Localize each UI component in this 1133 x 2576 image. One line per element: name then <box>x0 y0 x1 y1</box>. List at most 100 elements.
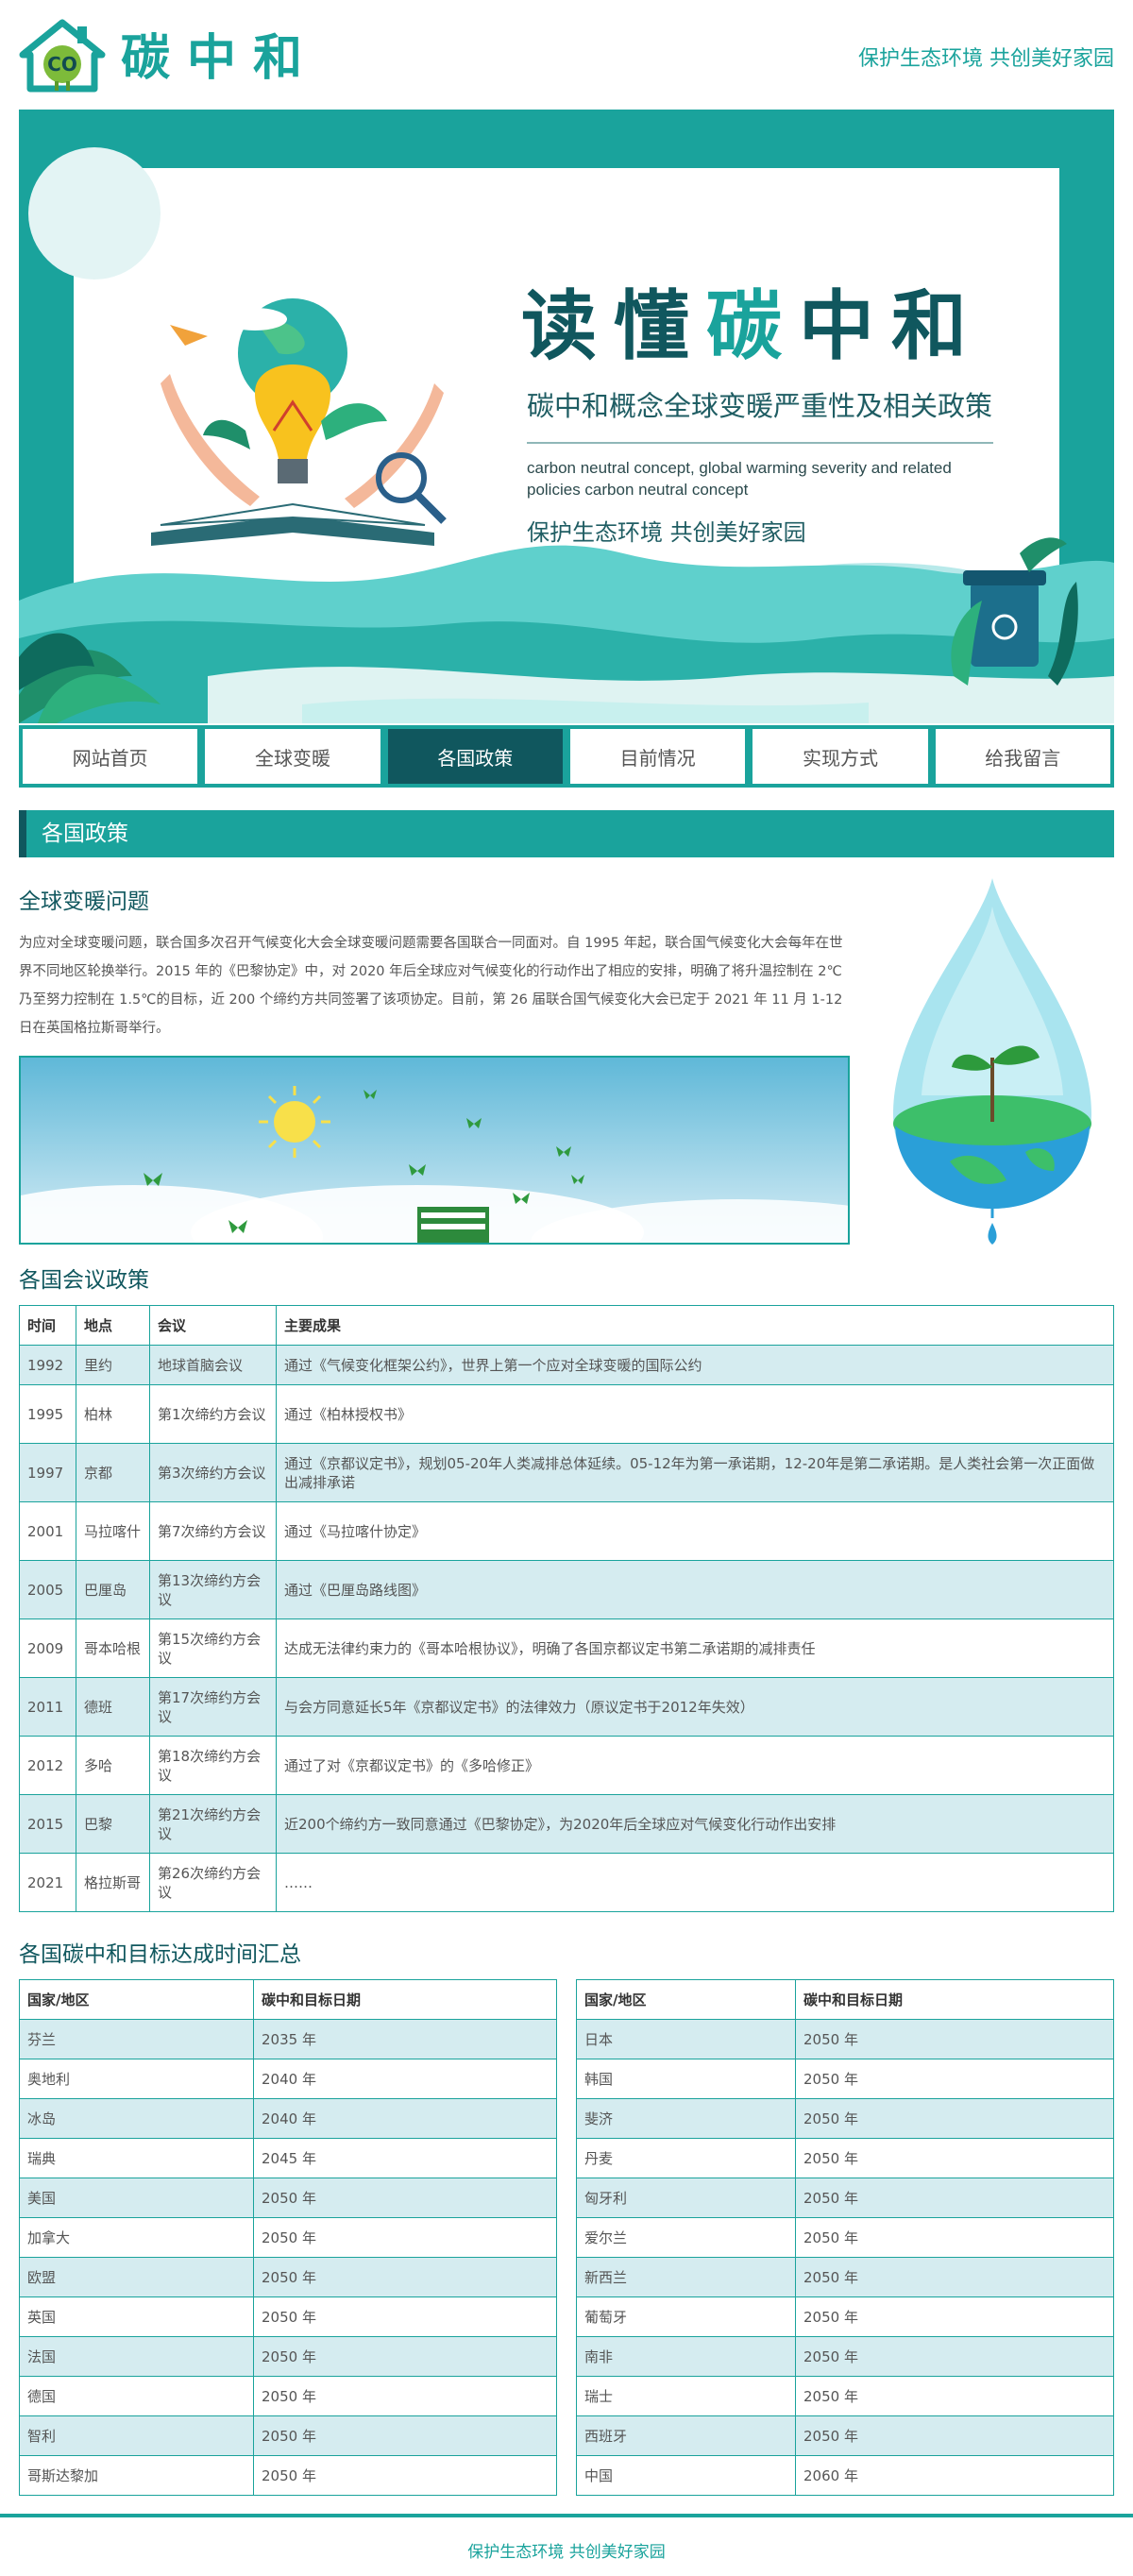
banner-divider <box>527 442 993 444</box>
table-cell: 与会方同意延长5年《京都议定书》的法律效力（原议定书于2012年失效） <box>276 1677 1114 1737</box>
date-cell: 2050 年 <box>253 2257 557 2297</box>
table-cell: 第1次缔约方会议 <box>149 1384 277 1444</box>
site-logo-text[interactable]: 碳中和 <box>121 30 319 87</box>
country-cell: 爱尔兰 <box>576 2217 796 2258</box>
table-row: 2001 马拉喀什 第7次缔约方会议 通过《马拉喀什协定》 <box>19 1501 1114 1561</box>
table-cell: 1995 <box>19 1384 76 1444</box>
logo-house-icon[interactable]: CO <box>19 19 106 93</box>
date-cell: 2050 年 <box>795 2019 1114 2059</box>
conferences-header-row: 时间 地点 会议 主要成果 <box>19 1305 1114 1346</box>
footer-divider <box>0 2514 1133 2517</box>
table-row: 2009 哥本哈根 第15次缔约方会议 达成无法律约束力的《哥本哈根协议》，明确… <box>19 1618 1114 1678</box>
date-cell: 2050 年 <box>795 2098 1114 2139</box>
column-header: 碳中和目标日期 <box>253 1979 557 2020</box>
table-cell: 达成无法律约束力的《哥本哈根协议》，明确了各国京都议定书第二承诺期的减排责任 <box>276 1618 1114 1678</box>
site-header: CO 碳中和 保护生态环境 共创美好家园 <box>19 17 1114 93</box>
table-row: 爱尔兰 2050 年 <box>576 2217 1114 2258</box>
column-header: 时间 <box>19 1305 76 1346</box>
country-cell: 冰岛 <box>19 2098 254 2139</box>
table-row: 2011 德班 第17次缔约方会议 与会方同意延长5年《京都议定书》的法律效力（… <box>19 1677 1114 1737</box>
table-cell: 通过《巴厘岛路线图》 <box>276 1560 1114 1619</box>
nav-item-message[interactable]: 给我留言 <box>935 729 1110 784</box>
country-cell: 哥斯达黎加 <box>19 2455 254 2496</box>
banner-title-pre: 读懂 <box>521 282 706 370</box>
section-title-bar: 各国政策 <box>19 810 1114 857</box>
table-row: 南非 2050 年 <box>576 2336 1114 2377</box>
country-cell: 日本 <box>576 2019 796 2059</box>
date-cell: 2050 年 <box>795 2257 1114 2297</box>
date-cell: 2050 年 <box>253 2296 557 2337</box>
table-cell: 通过了对《京都议定书》的《多哈修正》 <box>276 1736 1114 1795</box>
date-cell: 2050 年 <box>795 2376 1114 2416</box>
country-cell: 中国 <box>576 2455 796 2496</box>
banner-english-text: carbon neutral concept, global warming s… <box>527 459 952 499</box>
country-cell: 斐济 <box>576 2098 796 2139</box>
date-cell: 2050 年 <box>253 2336 557 2377</box>
table-row: 斐济 2050 年 <box>576 2098 1114 2139</box>
hero-banner: 读懂碳中和 碳中和概念全球变暖严重性及相关政策 carbon neutral c… <box>19 110 1114 723</box>
targets-header-row: 国家/地区 碳中和目标日期 <box>576 1979 1114 2020</box>
table-row: 奥地利 2040 年 <box>19 2059 557 2099</box>
table-cell: …… <box>276 1853 1114 1912</box>
table-row: 韩国 2050 年 <box>576 2059 1114 2099</box>
banner-slogan: 保护生态环境 共创美好家园 <box>527 519 806 546</box>
country-cell: 智利 <box>19 2415 254 2456</box>
targets-heading: 各国碳中和目标达成时间汇总 <box>19 1942 301 1967</box>
nav-item-current-status[interactable]: 目前情况 <box>569 729 746 784</box>
country-cell: 韩国 <box>576 2059 796 2099</box>
country-cell: 南非 <box>576 2336 796 2377</box>
column-header: 地点 <box>76 1305 150 1346</box>
water-drop-earth-image <box>893 878 1091 1245</box>
date-cell: 2050 年 <box>795 2336 1114 2377</box>
table-cell: 第13次缔约方会议 <box>149 1560 277 1619</box>
date-cell: 2045 年 <box>253 2138 557 2178</box>
date-cell: 2050 年 <box>253 2376 557 2416</box>
table-cell: 2009 <box>19 1618 76 1678</box>
table-row: 2005 巴厘岛 第13次缔约方会议 通过《巴厘岛路线图》 <box>19 1560 1114 1619</box>
country-cell: 加拿大 <box>19 2217 254 2258</box>
table-row: 瑞士 2050 年 <box>576 2376 1114 2416</box>
table-cell: 近200个缔约方一致同意通过《巴黎协定》，为2020年后全球应对气候变化行动作出… <box>276 1794 1114 1854</box>
date-cell: 2050 年 <box>795 2059 1114 2099</box>
banner-title-highlight: 碳 <box>706 282 799 370</box>
table-cell: 2012 <box>19 1736 76 1795</box>
nav-item-methods[interactable]: 实现方式 <box>753 729 928 784</box>
country-cell: 法国 <box>19 2336 254 2377</box>
table-cell: 1997 <box>19 1443 76 1502</box>
table-cell: 巴厘岛 <box>76 1560 150 1619</box>
table-cell: 通过《柏林授权书》 <box>276 1384 1114 1444</box>
sky-butterfly-image <box>19 1056 850 1245</box>
column-header: 国家/地区 <box>576 1979 796 2020</box>
date-cell: 2050 年 <box>795 2138 1114 2178</box>
table-cell: 第18次缔约方会议 <box>149 1736 277 1795</box>
table-cell: 格拉斯哥 <box>76 1853 150 1912</box>
date-cell: 2040 年 <box>253 2098 557 2139</box>
table-row: 中国 2060 年 <box>576 2455 1114 2496</box>
conferences-table: 时间 地点 会议 主要成果 1992 里约 地球首脑会议 通过《气候变化框架公约… <box>19 1305 1114 1912</box>
table-cell: 第17次缔约方会议 <box>149 1677 277 1737</box>
nav-item-home[interactable]: 网站首页 <box>23 729 198 784</box>
nav-item-policies[interactable]: 各国政策 <box>387 729 563 784</box>
date-cell: 2060 年 <box>795 2455 1114 2496</box>
country-cell: 西班牙 <box>576 2415 796 2456</box>
table-row: 英国 2050 年 <box>19 2296 557 2337</box>
table-row: 西班牙 2050 年 <box>576 2415 1114 2456</box>
table-cell: 通过《京都议定书》，规划05-20年人类减排总体延续。05-12年为第一承诺期，… <box>276 1443 1114 1502</box>
table-row: 哥斯达黎加 2050 年 <box>19 2455 557 2496</box>
table-cell: 2011 <box>19 1677 76 1737</box>
nav-item-global-warming[interactable]: 全球变暖 <box>205 729 380 784</box>
table-row: 1995 柏林 第1次缔约方会议 通过《柏林授权书》 <box>19 1384 1114 1444</box>
table-cell: 里约 <box>76 1345 150 1385</box>
table-row: 德国 2050 年 <box>19 2376 557 2416</box>
column-header: 会议 <box>149 1305 277 1346</box>
date-cell: 2050 年 <box>253 2178 557 2218</box>
date-cell: 2050 年 <box>795 2178 1114 2218</box>
footer-slogan: 保护生态环境 共创美好家园 <box>467 2543 666 2562</box>
table-row: 2015 巴黎 第21次缔约方会议 近200个缔约方一致同意通过《巴黎协定》，为… <box>19 1794 1114 1854</box>
warming-heading: 全球变暖问题 <box>19 890 149 914</box>
column-header: 碳中和目标日期 <box>795 1979 1114 2020</box>
table-cell: 2021 <box>19 1853 76 1912</box>
table-cell: 通过《马拉喀什协定》 <box>276 1501 1114 1561</box>
country-cell: 匈牙利 <box>576 2178 796 2218</box>
banner-title-post: 中和 <box>799 282 984 370</box>
